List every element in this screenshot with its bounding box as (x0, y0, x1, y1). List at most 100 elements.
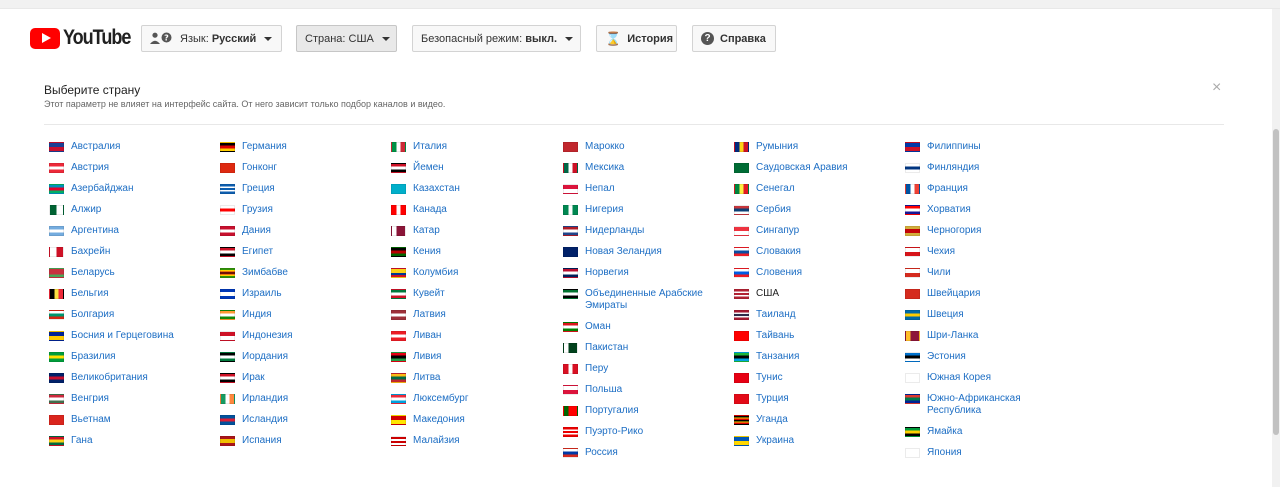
country-item[interactable]: Аргентина (49, 225, 217, 237)
country-item[interactable]: Сингапур (734, 225, 902, 237)
country-item[interactable]: Тайвань (734, 330, 902, 342)
country-item[interactable]: Словения (734, 267, 902, 279)
country-item[interactable]: Сенегал (734, 183, 902, 195)
country-item[interactable]: Украина (734, 435, 902, 447)
country-item[interactable]: Ирландия (220, 393, 388, 405)
country-item[interactable]: Испания (220, 435, 388, 447)
country-item[interactable]: Казахстан (391, 183, 559, 195)
scrollbar[interactable] (1272, 9, 1280, 487)
history-button[interactable]: ⌛ История (596, 25, 677, 52)
country-item[interactable]: Бразилия (49, 351, 217, 363)
country-item[interactable]: Индия (220, 309, 388, 321)
country-item[interactable]: Оман (563, 321, 723, 333)
country-item[interactable]: Польша (563, 384, 723, 396)
country-item[interactable]: Австрия (49, 162, 217, 174)
country-item[interactable]: Болгария (49, 309, 217, 321)
country-item[interactable]: Йемен (391, 162, 559, 174)
country-item[interactable]: Литва (391, 372, 559, 384)
country-item[interactable]: Великобритания (49, 372, 217, 384)
country-item[interactable]: Южная Корея (905, 372, 1055, 384)
country-item[interactable]: Италия (391, 141, 559, 153)
country-item[interactable]: Словакия (734, 246, 902, 258)
country-item[interactable]: Австралия (49, 141, 217, 153)
country-item[interactable]: Кувейт (391, 288, 559, 300)
country-item[interactable]: Алжир (49, 204, 217, 216)
country-item[interactable]: Малайзия (391, 435, 559, 447)
country-item[interactable]: Перу (563, 363, 723, 375)
country-item[interactable]: Канада (391, 204, 559, 216)
scrollbar-thumb[interactable] (1273, 129, 1279, 435)
country-item[interactable]: Зимбабве (220, 267, 388, 279)
country-button[interactable]: Страна: США (296, 25, 397, 52)
youtube-logo[interactable]: YouTube (30, 26, 141, 50)
country-item[interactable]: Грузия (220, 204, 388, 216)
country-item[interactable]: Марокко (563, 141, 723, 153)
country-item[interactable]: Швейцария (905, 288, 1055, 300)
country-item[interactable]: Нигерия (563, 204, 723, 216)
country-item[interactable]: Колумбия (391, 267, 559, 279)
country-item[interactable]: Гонконг (220, 162, 388, 174)
country-item[interactable]: Нидерланды (563, 225, 723, 237)
country-item[interactable]: Германия (220, 141, 388, 153)
close-icon[interactable]: × (1212, 80, 1221, 96)
country-item[interactable]: Египет (220, 246, 388, 258)
country-item[interactable]: Венгрия (49, 393, 217, 405)
country-item[interactable]: Дания (220, 225, 388, 237)
language-button[interactable]: ? Язык: Русский (141, 25, 282, 52)
country-item[interactable]: США (734, 288, 902, 300)
country-item[interactable]: Финляндия (905, 162, 1055, 174)
country-item[interactable]: Новая Зеландия (563, 246, 723, 258)
country-item[interactable]: Ямайка (905, 426, 1055, 438)
country-item[interactable]: Иордания (220, 351, 388, 363)
country-item[interactable]: Саудовская Аравия (734, 162, 902, 174)
country-item[interactable]: Ирак (220, 372, 388, 384)
safety-mode-button[interactable]: Безопасный режим: выкл. (412, 25, 581, 52)
country-item[interactable]: Македония (391, 414, 559, 426)
country-item[interactable]: Люксембург (391, 393, 559, 405)
country-item[interactable]: Катар (391, 225, 559, 237)
country-item[interactable]: Бахрейн (49, 246, 217, 258)
country-item[interactable]: Исландия (220, 414, 388, 426)
country-item[interactable]: Азербайджан (49, 183, 217, 195)
country-item[interactable]: Беларусь (49, 267, 217, 279)
country-item[interactable]: Греция (220, 183, 388, 195)
country-item[interactable]: Чили (905, 267, 1055, 279)
country-item[interactable]: Босния и Герцеговина (49, 330, 217, 342)
country-item[interactable]: Ливан (391, 330, 559, 342)
country-item[interactable]: Турция (734, 393, 902, 405)
country-item[interactable]: Индонезия (220, 330, 388, 342)
country-item[interactable]: Чехия (905, 246, 1055, 258)
country-item[interactable]: Кения (391, 246, 559, 258)
country-item[interactable]: Шри-Ланка (905, 330, 1055, 342)
country-item[interactable]: Объединенные Арабские Эмираты (563, 288, 723, 312)
country-item[interactable]: Вьетнам (49, 414, 217, 426)
country-item[interactable]: Мексика (563, 162, 723, 174)
country-item[interactable]: Черногория (905, 225, 1055, 237)
country-item[interactable]: Гана (49, 435, 217, 447)
country-item[interactable]: Япония (905, 447, 1055, 459)
country-item[interactable]: Ливия (391, 351, 559, 363)
country-item[interactable]: Латвия (391, 309, 559, 321)
country-item[interactable]: Сербия (734, 204, 902, 216)
country-item[interactable]: Эстония (905, 351, 1055, 363)
country-item[interactable]: Тунис (734, 372, 902, 384)
country-item[interactable]: Россия (563, 447, 723, 459)
country-item[interactable]: Филиппины (905, 141, 1055, 153)
country-item[interactable]: Хорватия (905, 204, 1055, 216)
country-name: Ирландия (242, 393, 289, 404)
country-item[interactable]: Швеция (905, 309, 1055, 321)
country-item[interactable]: Румыния (734, 141, 902, 153)
country-item[interactable]: Таиланд (734, 309, 902, 321)
country-item[interactable]: Танзания (734, 351, 902, 363)
country-item[interactable]: Пуэрто-Рико (563, 426, 723, 438)
country-item[interactable]: Израиль (220, 288, 388, 300)
country-item[interactable]: Бельгия (49, 288, 217, 300)
help-button[interactable]: ? Справка (692, 25, 776, 52)
country-item[interactable]: Норвегия (563, 267, 723, 279)
country-item[interactable]: Южно-Африканская Республика (905, 393, 1055, 417)
country-item[interactable]: Португалия (563, 405, 723, 417)
country-item[interactable]: Непал (563, 183, 723, 195)
country-item[interactable]: Франция (905, 183, 1055, 195)
country-item[interactable]: Уганда (734, 414, 902, 426)
country-item[interactable]: Пакистан (563, 342, 723, 354)
